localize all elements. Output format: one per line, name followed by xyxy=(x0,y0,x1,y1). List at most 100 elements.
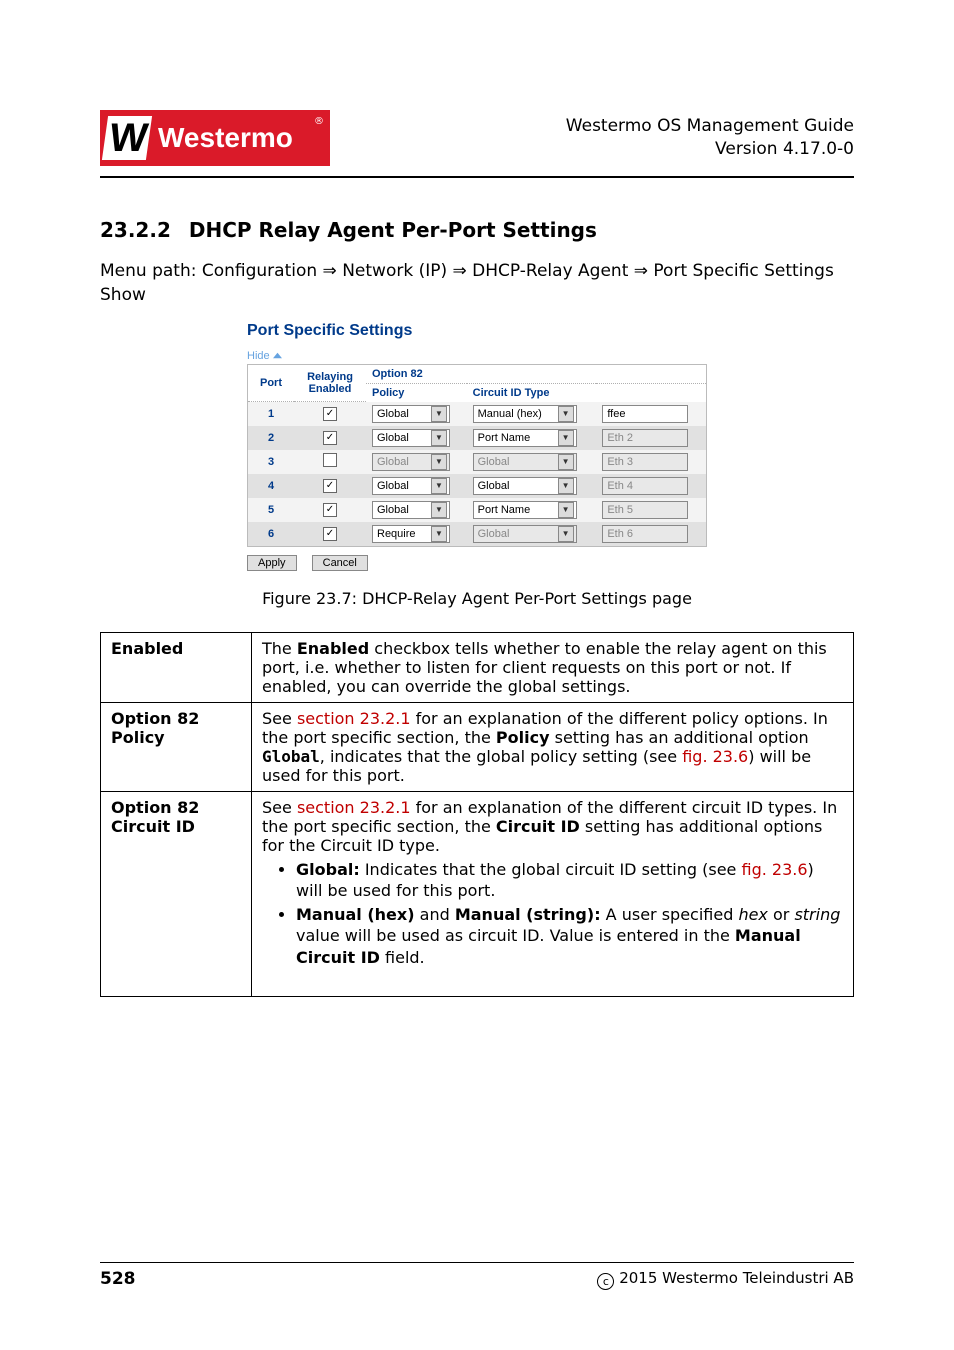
circuit-value-cell: Eth 3 xyxy=(596,450,706,474)
chevron-down-icon: ▼ xyxy=(558,454,574,470)
circuit-id-select[interactable]: Global▼ xyxy=(473,477,577,495)
port-number: 6 xyxy=(248,522,295,547)
desc-label-enabled: Enabled xyxy=(101,632,252,702)
chevron-down-icon: ▼ xyxy=(431,502,447,518)
circuit-id-cell: Manual (hex)▼ xyxy=(467,402,597,426)
logo-w-mark: W xyxy=(102,116,152,160)
link-fig-236-b[interactable]: fig. 23.6 xyxy=(741,860,807,879)
table-row: 1✓Global▼Manual (hex)▼ffee xyxy=(248,402,707,426)
circuit-id-select: Global▼ xyxy=(473,453,577,471)
table-row: 4✓Global▼Global▼Eth 4 xyxy=(248,474,707,498)
relaying-cell: ✓ xyxy=(294,402,366,426)
apply-button[interactable]: Apply xyxy=(247,555,297,571)
circuit-value-cell: Eth 4 xyxy=(596,474,706,498)
desc-text-circuit-id: See section 23.2.1 for an explanation of… xyxy=(252,791,854,996)
col-policy: Policy xyxy=(366,383,467,402)
policy-select: Global▼ xyxy=(372,453,450,471)
desc-label-policy: Option 82 Policy xyxy=(101,702,252,791)
relaying-cell: ✓ xyxy=(294,426,366,450)
logo-text: Westermo xyxy=(158,122,293,154)
policy-select[interactable]: Global▼ xyxy=(372,477,450,495)
circuit-id-select[interactable]: Port Name▼ xyxy=(473,501,577,519)
relaying-checkbox[interactable]: ✓ xyxy=(323,407,337,421)
section-number: 23.2.2 xyxy=(100,218,171,242)
chevron-down-icon: ▼ xyxy=(431,478,447,494)
policy-select[interactable]: Global▼ xyxy=(372,501,450,519)
circuit-value-cell: ffee xyxy=(596,402,706,426)
chevron-down-icon: ▼ xyxy=(431,430,447,446)
col-circuit-id-type: Circuit ID Type xyxy=(467,383,597,402)
relaying-checkbox[interactable]: ✓ xyxy=(323,431,337,445)
figure-caption: Figure 23.7: DHCP-Relay Agent Per-Port S… xyxy=(100,589,854,608)
header-rule xyxy=(100,176,854,178)
policy-select[interactable]: Global▼ xyxy=(372,405,450,423)
circuit-value-input: Eth 2 xyxy=(602,429,688,447)
policy-cell: Require▼ xyxy=(366,522,467,547)
circuit-id-select[interactable]: Manual (hex)▼ xyxy=(473,405,577,423)
circuit-value-cell: Eth 6 xyxy=(596,522,706,547)
col-relaying: Relaying Enabled xyxy=(294,364,366,402)
chevron-down-icon: ▼ xyxy=(558,478,574,494)
triangle-up-icon xyxy=(273,351,282,360)
chevron-down-icon: ▼ xyxy=(431,526,447,542)
circuit-value-input: Eth 4 xyxy=(602,477,688,495)
desc-text-enabled: The Enabled checkbox tells whether to en… xyxy=(252,632,854,702)
circuit-id-cell: Port Name▼ xyxy=(467,498,597,522)
chevron-down-icon: ▼ xyxy=(431,406,447,422)
registered-mark: ® xyxy=(314,116,324,127)
port-settings-table: Port Relaying Enabled Option 82 Policy C… xyxy=(247,364,707,547)
circuit-id-cell: Global▼ xyxy=(467,450,597,474)
section-heading: 23.2.2 DHCP Relay Agent Per-Port Settings xyxy=(100,218,854,242)
figure-wrapper: Port Specific Settings Hide Port Relayin… xyxy=(100,322,854,571)
table-row: 3Global▼Global▼Eth 3 xyxy=(248,450,707,474)
policy-select[interactable]: Require▼ xyxy=(372,525,450,543)
cancel-button[interactable]: Cancel xyxy=(312,555,368,571)
relaying-checkbox[interactable]: ✓ xyxy=(323,503,337,517)
circuit-id-cell: Global▼ xyxy=(467,522,597,547)
table-row: 5✓Global▼Port Name▼Eth 5 xyxy=(248,498,707,522)
hide-label: Hide xyxy=(247,350,270,362)
relaying-checkbox[interactable] xyxy=(323,453,337,467)
relaying-checkbox[interactable]: ✓ xyxy=(323,527,337,541)
relaying-cell xyxy=(294,450,366,474)
bullet-manual: Manual (hex) and Manual (string): A user… xyxy=(296,904,843,969)
desc-row-enabled: Enabled The Enabled checkbox tells wheth… xyxy=(101,632,854,702)
footer-rule xyxy=(100,1262,854,1263)
col-port: Port xyxy=(248,364,295,402)
desc-row-circuit-id: Option 82 Circuit ID See section 23.2.1 … xyxy=(101,791,854,996)
circuit-id-cell: Global▼ xyxy=(467,474,597,498)
hide-link[interactable]: Hide xyxy=(247,350,282,362)
panel-title: Port Specific Settings xyxy=(247,322,707,340)
circuit-value-input[interactable]: ffee xyxy=(602,405,688,423)
header-right: Westermo OS Management Guide Version 4.1… xyxy=(566,115,854,161)
chevron-down-icon: ▼ xyxy=(558,430,574,446)
relaying-cell: ✓ xyxy=(294,474,366,498)
circuit-value-input: Eth 5 xyxy=(602,501,688,519)
port-number: 2 xyxy=(248,426,295,450)
westermo-logo: W Westermo ® xyxy=(100,110,330,166)
relaying-cell: ✓ xyxy=(294,498,366,522)
relaying-checkbox[interactable]: ✓ xyxy=(323,479,337,493)
link-fig-236-a[interactable]: fig. 23.6 xyxy=(682,747,748,766)
circuit-value-input: Eth 3 xyxy=(602,453,688,471)
description-table: Enabled The Enabled checkbox tells wheth… xyxy=(100,632,854,997)
policy-select[interactable]: Global▼ xyxy=(372,429,450,447)
policy-cell: Global▼ xyxy=(366,450,467,474)
chevron-down-icon: ▼ xyxy=(431,454,447,470)
circuit-id-select[interactable]: Port Name▼ xyxy=(473,429,577,447)
bullet-global: Global: Indicates that the global circui… xyxy=(296,859,843,902)
page-footer: 528 c 2015 Westermo Teleindustri AB xyxy=(100,1262,854,1290)
table-row: 2 ✓ Global▼ Port Name▼ Eth 2 xyxy=(248,426,707,450)
policy-cell: Global▼ xyxy=(366,474,467,498)
policy-cell: Global▼ xyxy=(366,498,467,522)
policy-cell: Global▼ xyxy=(366,402,467,426)
policy-cell: Global▼ xyxy=(366,426,467,450)
page-number: 528 xyxy=(100,1269,136,1290)
copyright-icon: c xyxy=(597,1273,614,1290)
section-title: DHCP Relay Agent Per-Port Settings xyxy=(189,218,597,242)
link-section-2321-a[interactable]: section 23.2.1 xyxy=(297,709,411,728)
link-section-2321-b[interactable]: section 23.2.1 xyxy=(297,798,411,817)
relaying-cell: ✓ xyxy=(294,522,366,547)
desc-text-policy: See section 23.2.1 for an explanation of… xyxy=(252,702,854,791)
circuit-value-cell: Eth 5 xyxy=(596,498,706,522)
